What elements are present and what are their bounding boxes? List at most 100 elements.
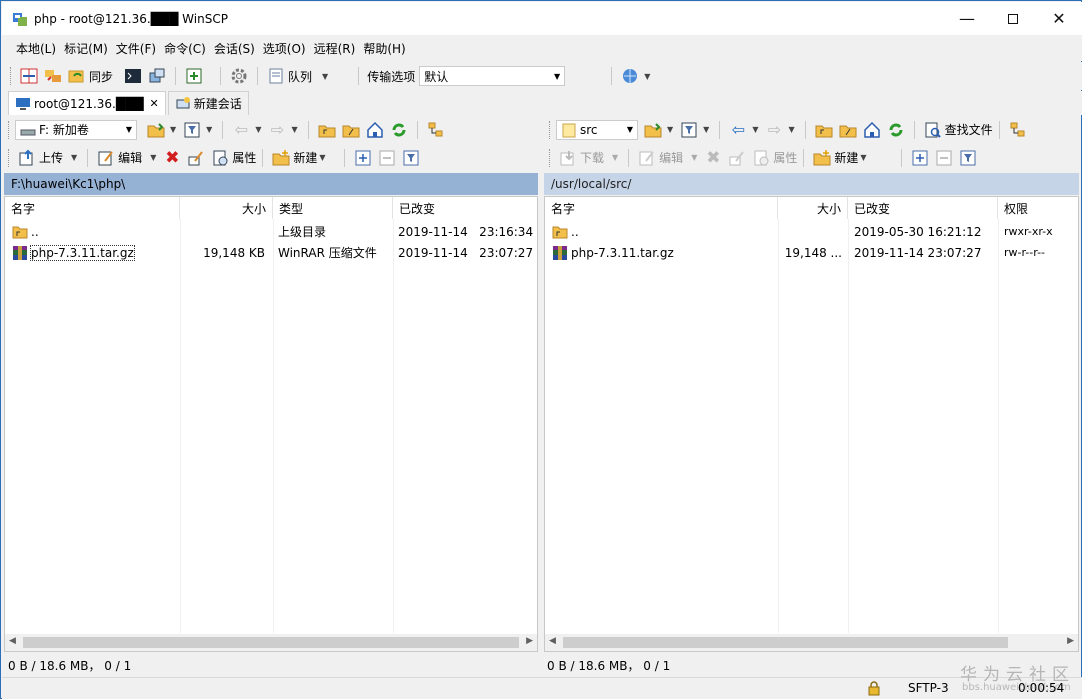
queue-icon[interactable] (267, 67, 285, 85)
queue-label[interactable]: 队列 (288, 68, 312, 85)
rename-icon[interactable] (728, 149, 746, 167)
home-icon[interactable] (366, 121, 384, 139)
remote-dir-select[interactable]: src ▼ (556, 119, 638, 140)
close-button[interactable]: ✕ (1036, 2, 1082, 35)
menu-options[interactable]: 选项(O) (263, 40, 306, 57)
transfer-settings-select[interactable]: 默认 ▼ (419, 66, 566, 86)
forward-arrow-icon[interactable]: ⇨ (765, 120, 783, 139)
table-row[interactable]: .. 上级目录 2019-11-14 23:16:34 (5, 221, 537, 242)
tab-new-session[interactable]: 新建会话 (167, 91, 249, 115)
edit-icon[interactable] (638, 149, 656, 167)
filter-icon[interactable] (183, 121, 201, 139)
scroll-right-icon[interactable]: ▶ (1067, 636, 1074, 646)
delete-icon[interactable]: ✖ (704, 149, 722, 167)
root-dir-icon[interactable] (839, 121, 857, 139)
edit-icon[interactable] (97, 149, 115, 167)
menu-file[interactable]: 文件(F) (116, 40, 156, 57)
rename-icon[interactable] (187, 149, 205, 167)
tab-session[interactable]: root@121.36.███ ✕ (8, 91, 166, 115)
back-arrow-icon[interactable]: ⇦ (729, 120, 747, 139)
back-arrow-icon[interactable]: ⇦ (232, 120, 250, 139)
sync-browse-icon[interactable] (44, 67, 62, 85)
new-folder-icon[interactable] (272, 149, 290, 167)
tree-toggle-icon[interactable] (1009, 121, 1027, 139)
scroll-thumb[interactable] (563, 637, 1008, 648)
local-properties-button[interactable]: 属性 (232, 149, 256, 166)
upload-button[interactable]: 上传 (39, 149, 63, 166)
scroll-left-icon[interactable]: ◀ (549, 636, 556, 646)
menu-command[interactable]: 命令(C) (164, 40, 206, 57)
remote-col-name[interactable]: 名字 ⌃ (545, 197, 778, 219)
remote-edit-button[interactable]: 编辑 (659, 149, 683, 166)
forward-arrow-icon[interactable]: ⇨ (268, 120, 286, 139)
menu-mark[interactable]: 标记(M) (64, 40, 108, 57)
remote-file-list[interactable]: 名字 ⌃ 大小 已改变 权限 .. 2019-05-30 16:21:12 rwx… (544, 196, 1079, 652)
parent-dir-icon[interactable] (318, 121, 336, 139)
find-files-icon[interactable] (924, 121, 942, 139)
putty-icon[interactable] (148, 67, 166, 85)
menu-help[interactable]: 帮助(H) (363, 40, 405, 57)
new-folder-icon[interactable] (813, 149, 831, 167)
properties-icon[interactable] (211, 149, 229, 167)
local-col-changed[interactable]: 已改变 (393, 197, 537, 219)
local-col-type[interactable]: 类型 (273, 197, 393, 219)
sync-label[interactable]: 同步 (89, 68, 113, 85)
globe-sync-icon[interactable] (621, 67, 639, 85)
queue-dropdown-icon[interactable]: ▼ (322, 72, 328, 81)
delete-icon[interactable]: ✖ (163, 149, 181, 167)
local-col-size[interactable]: 大小 (180, 197, 273, 219)
table-row[interactable]: php-7.3.11.tar.gz 19,148 KB WinRAR 压缩文件 … (5, 242, 537, 263)
remote-properties-button[interactable]: 属性 (773, 149, 797, 166)
remote-hscrollbar[interactable]: ◀ ▶ (545, 634, 1078, 651)
select-plus-icon[interactable] (911, 149, 929, 167)
menu-session[interactable]: 会话(S) (214, 40, 255, 57)
select-minus-icon[interactable] (378, 149, 396, 167)
upload-icon[interactable] (18, 149, 36, 167)
parent-dir-icon[interactable] (815, 121, 833, 139)
local-drive-select[interactable]: F: 新加卷 ▼ (15, 119, 137, 140)
table-row[interactable]: php-7.3.11.tar.gz 19,148 ... 2019-11-14 … (545, 242, 1078, 263)
root-dir-icon[interactable] (342, 121, 360, 139)
panel-splitter[interactable] (539, 116, 543, 676)
select-filter-icon[interactable] (402, 149, 420, 167)
table-row[interactable]: .. 2019-05-30 16:21:12 rwxr-xr-x (545, 221, 1078, 242)
remote-col-rights[interactable]: 权限 (998, 197, 1078, 219)
terminal-icon[interactable] (124, 67, 142, 85)
download-button[interactable]: 下载 (580, 149, 604, 166)
find-files-button[interactable]: 查找文件 (945, 121, 993, 138)
remote-new-button[interactable]: 新建 (834, 149, 858, 166)
tree-toggle-icon[interactable] (427, 121, 445, 139)
local-new-button[interactable]: 新建 (293, 149, 317, 166)
select-filter-icon[interactable] (959, 149, 977, 167)
scroll-left-icon[interactable]: ◀ (9, 636, 16, 646)
synchronize-icon[interactable] (68, 67, 86, 85)
remote-col-changed[interactable]: 已改变 (848, 197, 998, 219)
refresh-icon[interactable] (390, 121, 408, 139)
select-minus-icon[interactable] (935, 149, 953, 167)
refresh-icon[interactable] (887, 121, 905, 139)
local-edit-button[interactable]: 编辑 (118, 149, 142, 166)
open-folder-icon[interactable] (147, 121, 165, 139)
local-file-list[interactable]: 名字 ⌃ 大小 类型 已改变 .. 上级目录 2019-11-14 23:16:3… (4, 196, 538, 652)
remote-col-size[interactable]: 大小 (778, 197, 848, 219)
globe-dropdown-icon[interactable]: ▼ (644, 72, 650, 81)
menu-local[interactable]: 本地(L) (16, 40, 56, 57)
close-icon[interactable]: ✕ (150, 97, 159, 110)
scroll-thumb[interactable] (23, 637, 519, 648)
gear-icon[interactable] (230, 67, 248, 85)
home-icon[interactable] (863, 121, 881, 139)
scroll-right-icon[interactable]: ▶ (526, 636, 533, 646)
compare-dirs-icon[interactable] (20, 67, 38, 85)
remote-path-bar[interactable]: /usr/local/src/ (544, 173, 1079, 195)
properties-icon[interactable] (752, 149, 770, 167)
local-col-name[interactable]: 名字 ⌃ (5, 197, 180, 219)
local-hscrollbar[interactable]: ◀ ▶ (5, 634, 537, 651)
maximize-button[interactable] (990, 2, 1036, 35)
menu-remote[interactable]: 远程(R) (314, 40, 356, 57)
select-plus-icon[interactable] (354, 149, 372, 167)
open-folder-icon[interactable] (644, 121, 662, 139)
filter-icon[interactable] (680, 121, 698, 139)
minimize-button[interactable]: — (944, 2, 990, 35)
download-icon[interactable] (559, 149, 577, 167)
local-path-bar[interactable]: F:\huawei\Kc1\php\ (4, 173, 538, 195)
